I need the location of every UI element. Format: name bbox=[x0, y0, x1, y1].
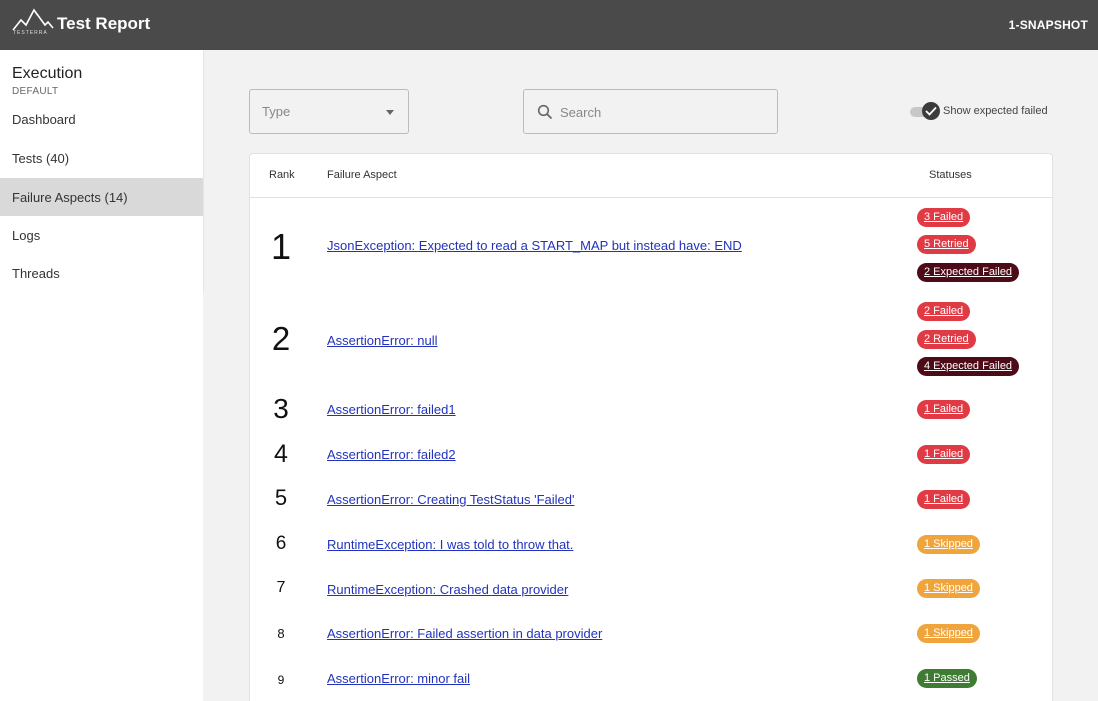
failure-aspect-link[interactable]: AssertionError: Failed assertion in data… bbox=[327, 626, 602, 641]
status-badge-skipped[interactable]: 1 Skipped bbox=[917, 535, 980, 554]
table-row: 7 RuntimeException: Crashed data provide… bbox=[250, 567, 1052, 611]
logo-text: TESTERRA bbox=[13, 30, 48, 36]
status-badge-failed[interactable]: 1 Failed bbox=[917, 445, 971, 464]
search-icon bbox=[537, 104, 553, 120]
failure-aspect-link[interactable]: AssertionError: Creating TestStatus 'Fai… bbox=[327, 492, 575, 507]
table-row: 8 AssertionError: Failed assertion in da… bbox=[250, 611, 1052, 657]
status-badge-failed[interactable]: 2 Failed bbox=[917, 302, 971, 321]
column-header-rank: Rank bbox=[269, 169, 295, 181]
status-badge-retried[interactable]: 2 Retried bbox=[917, 330, 976, 349]
failure-aspect-link[interactable]: AssertionError: failed1 bbox=[327, 402, 456, 417]
status-badge-expected-failed[interactable]: 2 Expected Failed bbox=[917, 263, 1020, 282]
status-badge-failed[interactable]: 3 Failed bbox=[917, 208, 971, 227]
check-icon bbox=[925, 106, 937, 116]
table-row: 6 RuntimeException: I was told to throw … bbox=[250, 522, 1052, 567]
main-content: Type Show expected failed Rank Failure A… bbox=[203, 50, 1098, 701]
toggle-knob bbox=[922, 102, 940, 120]
failure-aspect-link[interactable]: RuntimeException: Crashed data provider bbox=[327, 582, 568, 597]
failure-aspects-table: Rank Failure Aspect Statuses 1 JsonExcep… bbox=[249, 153, 1053, 701]
column-header-failure-aspect: Failure Aspect bbox=[327, 169, 397, 181]
rank-value: 3 bbox=[273, 393, 289, 424]
rank-value: 5 bbox=[274, 485, 288, 510]
show-expected-failed-toggle[interactable] bbox=[910, 101, 944, 121]
status-badge-passed[interactable]: 1 Passed bbox=[917, 669, 977, 688]
sidebar-item-failure-aspects[interactable]: Failure Aspects (14) bbox=[0, 178, 203, 216]
failure-aspect-link[interactable]: RuntimeException: I was told to throw th… bbox=[327, 537, 573, 552]
sidebar-menu: Execution DEFAULT Dashboard Tests (40) F… bbox=[0, 50, 204, 293]
table-row: 2 AssertionError: null 2 Failed 2 Retrie… bbox=[250, 292, 1052, 386]
execution-title: Execution bbox=[12, 65, 83, 82]
column-header-statuses: Statuses bbox=[929, 169, 972, 181]
failure-aspect-link[interactable]: AssertionError: failed2 bbox=[327, 447, 456, 462]
chevron-down-icon bbox=[386, 110, 394, 115]
sidebar-item-threads[interactable]: Threads bbox=[0, 254, 203, 292]
failure-aspect-link[interactable]: AssertionError: minor fail bbox=[327, 671, 470, 686]
rank-value: 2 bbox=[271, 320, 291, 357]
status-badge-failed[interactable]: 1 Failed bbox=[917, 490, 971, 509]
type-select-placeholder: Type bbox=[262, 104, 291, 119]
sidebar-item-dashboard[interactable]: Dashboard bbox=[0, 100, 203, 138]
sidebar-item-logs[interactable]: Logs bbox=[0, 216, 203, 254]
table-row: 9 AssertionError: minor fail 1 Passed bbox=[250, 657, 1052, 701]
app-title: Test Report bbox=[57, 14, 151, 33]
toggle-label: Show expected failed bbox=[943, 105, 1048, 117]
rank-value: 9 bbox=[277, 673, 285, 687]
rank-value: 8 bbox=[277, 626, 285, 641]
search-box[interactable] bbox=[523, 89, 778, 134]
table-row: 3 AssertionError: failed1 1 Failed bbox=[250, 386, 1052, 432]
type-select[interactable]: Type bbox=[249, 89, 409, 134]
rank-value: 4 bbox=[274, 440, 288, 468]
status-badge-skipped[interactable]: 1 Skipped bbox=[917, 579, 980, 598]
search-input[interactable] bbox=[560, 102, 765, 122]
status-badge-skipped[interactable]: 1 Skipped bbox=[917, 624, 980, 643]
rank-value: 1 bbox=[270, 226, 292, 267]
status-badge-expected-failed[interactable]: 4 Expected Failed bbox=[917, 357, 1020, 376]
rank-value: 6 bbox=[275, 533, 287, 554]
table-row: 4 AssertionError: failed2 1 Failed bbox=[250, 432, 1052, 477]
top-app-bar: TESTERRA Test Report 1-SNAPSHOT bbox=[0, 0, 1098, 50]
sidebar-item-tests[interactable]: Tests (40) bbox=[0, 139, 203, 177]
failure-aspect-link[interactable]: JsonException: Expected to read a START_… bbox=[327, 238, 742, 253]
table-row: 5 AssertionError: Creating TestStatus 'F… bbox=[250, 477, 1052, 522]
table-row: 1 JsonException: Expected to read a STAR… bbox=[250, 198, 1052, 292]
rank-value: 7 bbox=[276, 579, 286, 596]
failure-aspect-link[interactable]: AssertionError: null bbox=[327, 333, 438, 348]
sidebar: Execution DEFAULT Dashboard Tests (40) F… bbox=[0, 50, 204, 701]
status-badge-retried[interactable]: 5 Retried bbox=[917, 235, 976, 254]
execution-subtitle: DEFAULT bbox=[12, 86, 59, 97]
status-badge-failed[interactable]: 1 Failed bbox=[917, 400, 971, 419]
version-label: 1-SNAPSHOT bbox=[1008, 18, 1088, 32]
